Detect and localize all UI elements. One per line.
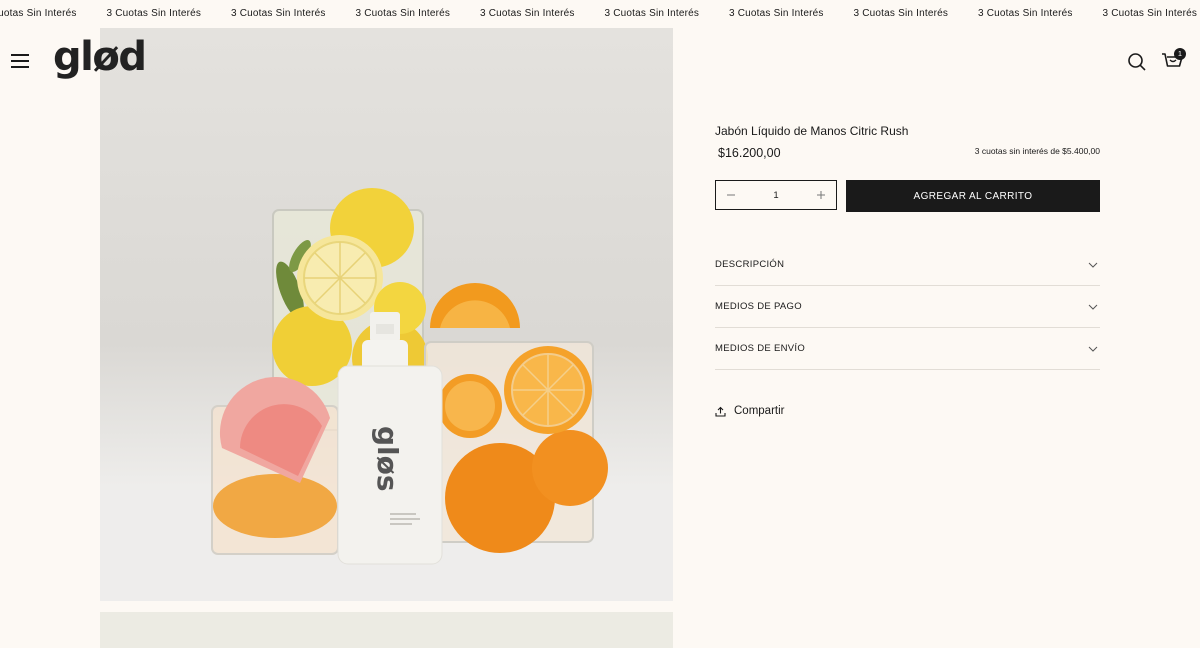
announcement-item: 3 Cuotas Sin Interés [0, 8, 77, 19]
installments-text: 3 cuotas sin interés de $5.400,00 [974, 146, 1100, 156]
share-label: Compartir [734, 405, 785, 417]
chevron-down-icon [1088, 262, 1098, 268]
announcement-item: 3 Cuotas Sin Interés [604, 8, 700, 19]
product-photo-illustration: gløs [100, 188, 673, 601]
product-accordion: DESCRIPCIÓN MEDIOS DE PAGO MEDIOS DE ENV… [715, 244, 1100, 370]
chevron-down-icon [1088, 304, 1098, 310]
product-title: Jabón Líquido de Manos Citric Rush [715, 124, 909, 138]
accordion-shipping[interactable]: MEDIOS DE ENVÍO [715, 328, 1100, 370]
quantity-stepper[interactable]: 1 [715, 180, 837, 210]
accordion-payment[interactable]: MEDIOS DE PAGO [715, 286, 1100, 328]
announcement-item: 3 Cuotas Sin Interés [355, 8, 451, 19]
accordion-label: DESCRIPCIÓN [715, 259, 785, 270]
search-icon[interactable] [1127, 52, 1147, 72]
accordion-label: MEDIOS DE ENVÍO [715, 343, 806, 354]
quantity-value[interactable]: 1 [773, 190, 778, 201]
logo[interactable]: glød [53, 34, 147, 80]
announcement-item: 3 Cuotas Sin Interés [231, 8, 326, 19]
share-icon [715, 406, 726, 417]
announcement-item: 3 Cuotas Sin Interés [106, 8, 202, 19]
product-image: gløs [100, 28, 673, 601]
share-button[interactable]: Compartir [715, 405, 784, 417]
announcement-item: 3 Cuotas Sin Interés [729, 8, 824, 19]
announcement-item: 3 Cuotas Sin Interés [480, 8, 575, 19]
bottle-logo: gløs [371, 426, 404, 492]
announcement-item: 3 Cuotas Sin Interés [978, 8, 1073, 19]
accordion-label: MEDIOS DE PAGO [715, 301, 802, 312]
announcement-item: 3 Cuotas Sin Interés [1102, 8, 1198, 19]
product-price: $16.200,00 [718, 146, 781, 160]
menu-icon[interactable] [11, 54, 31, 70]
decrease-quantity-button[interactable] [724, 188, 738, 203]
minus-icon [727, 194, 735, 195]
increase-quantity-button[interactable] [814, 188, 828, 203]
plus-icon [816, 190, 825, 199]
add-to-cart-button[interactable]: AGREGAR AL CARRITO [846, 180, 1100, 212]
product-image-secondary [100, 612, 673, 648]
announcement-bar: 3 Cuotas Sin Interés 3 Cuotas Sin Interés… [0, 0, 1200, 28]
announcement-item: 3 Cuotas Sin Interés [853, 8, 949, 19]
cart-count-badge: 1 [1174, 48, 1186, 60]
accordion-description[interactable]: DESCRIPCIÓN [715, 244, 1100, 286]
chevron-down-icon [1088, 346, 1098, 352]
